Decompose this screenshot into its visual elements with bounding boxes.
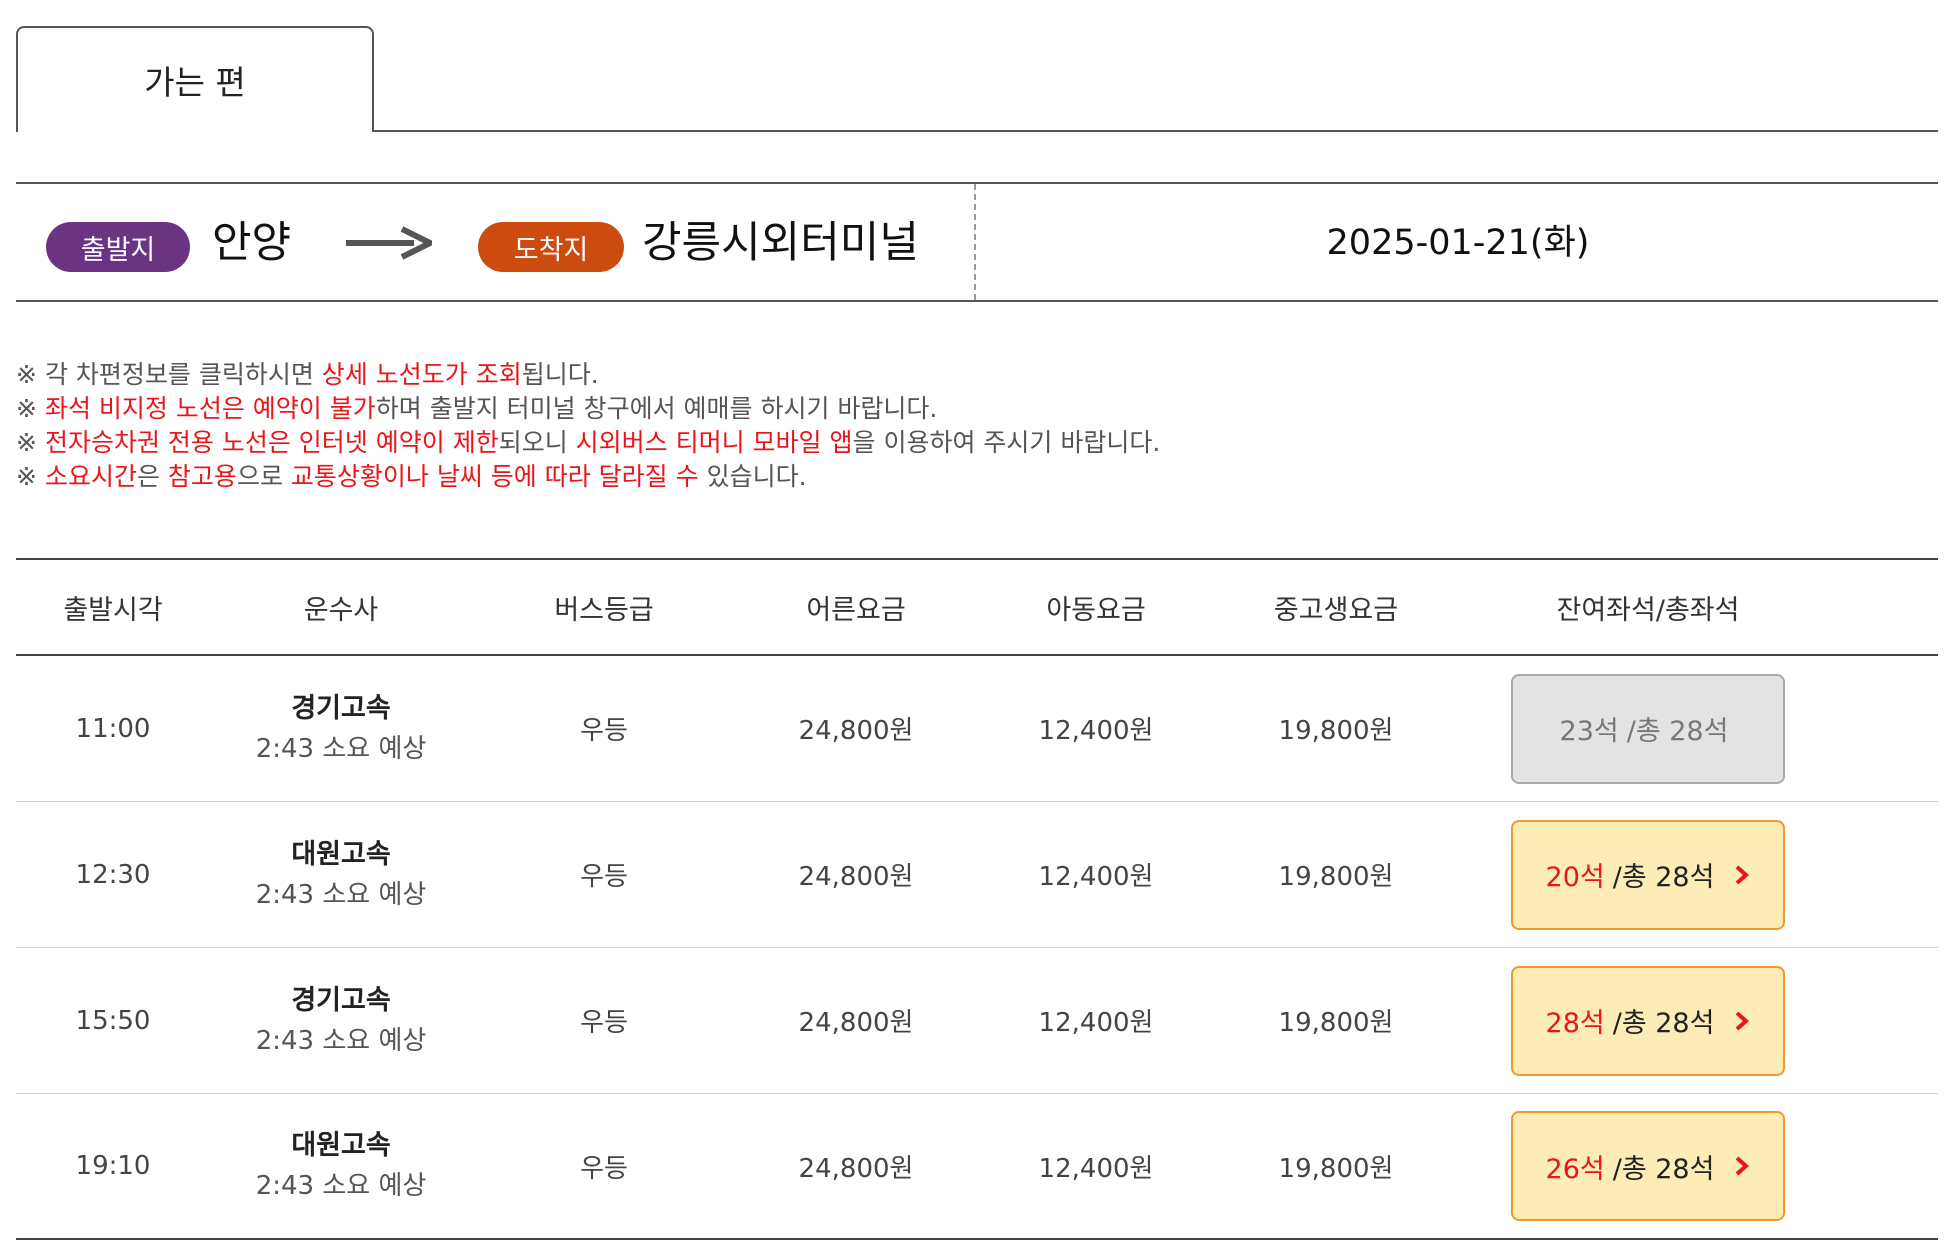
company-name: 대원고속 [291,1130,391,1161]
adult-fare: 24,800원 [798,1153,914,1184]
notice-highlight: 시외버스 티머니 모바일 앱 [575,428,853,457]
child-fare: 12,400원 [1038,1008,1154,1038]
company-name: 대원고속 [291,838,391,870]
notice-text: 되오니 [498,428,576,457]
bus-grade: 우등 [580,1153,628,1184]
notice-text: 으로 [236,462,291,491]
child-fare: 12,400원 [1038,1153,1154,1184]
bus-grade: 우등 [580,1008,628,1038]
arrive-place: 강릉시외터미널 [642,218,919,268]
header-bus-grade: 버스등급 [554,594,654,626]
company-cell: 대원고속 2:43 소요 예상 [210,1126,472,1206]
seat-select-button[interactable]: 28석/총 28석 [1511,965,1785,1076]
notice-list: ※ 각 차편정보를 클릭하시면 상세 노선도가 조회됩니다. ※ 좌석 비지정 노선… [16,358,1916,494]
notice-highlight: 소요시간 [44,462,137,491]
child-fare: 12,400원 [1038,716,1154,746]
depart-time: 12:30 [75,859,151,890]
seat-select-button[interactable]: 23석/총 28석 [1511,673,1785,784]
duration-estimate: 2:43 소요 예상 [255,733,427,764]
notice-text: 됩니다. [521,360,599,389]
adult-fare: 24,800원 [798,716,914,746]
remaining-seats: 26석 [1545,1153,1605,1185]
notice-item: ※ 소요시간은 참고용으로 교통상황이나 날씨 등에 따라 달라질 수 있습니다. [16,460,1916,494]
duration-estimate: 2:43 소요 예상 [255,879,427,910]
tab-outbound[interactable]: 가는 편 [16,26,374,134]
header-company: 운수사 [303,594,379,626]
total-seats: /총 28석 [1612,1153,1715,1185]
seat-select-button[interactable]: 26석/총 28석 [1511,1111,1785,1221]
notice-text: 각 차편정보를 클릭하시면 [44,360,322,389]
depart-time: 19:10 [75,1151,151,1181]
table-row[interactable]: 19:10 대원고속 2:43 소요 예상 우등 24,800원 12,400원… [16,1094,1938,1240]
remaining-seats: 20석 [1545,862,1605,893]
notice-mark: ※ [16,462,37,491]
remaining-seats: 28석 [1545,1008,1605,1039]
company-name: 경기고속 [291,984,391,1016]
table-row[interactable]: 12:30 대원고속 2:43 소요 예상 우등 24,800원 12,400원… [16,802,1938,948]
company-cell: 경기고속 2:43 소요 예상 [210,689,472,769]
header-adult-fare: 어른요금 [806,594,906,626]
company-name: 경기고속 [291,692,391,724]
chevron-right-icon [1736,865,1750,884]
notice-highlight: 좌석 비지정 노선은 예약이 불가 [44,394,376,423]
header-seats-label: 잔여좌석/총좌석 [1556,594,1740,626]
total-seats: /총 28석 [1612,862,1715,893]
header-depart-time: 출발시각 [63,594,163,626]
adult-fare: 24,800원 [798,862,914,892]
notice-highlight: 교통상황이나 날씨 등에 따라 달라질 수 [290,462,699,491]
notice-mark: ※ [16,394,37,423]
seat-select-button[interactable]: 20석/총 28석 [1511,819,1785,930]
notice-mark: ※ [16,428,37,457]
student-fare: 19,800원 [1278,1153,1394,1184]
table-row[interactable]: 15:50 경기고속 2:43 소요 예상 우등 24,800원 12,400원… [16,948,1938,1094]
depart-time: 15:50 [75,1005,151,1036]
header-child-fare: 아동요금 [1046,594,1146,626]
notice-text: 있습니다. [698,462,807,491]
table-header: 출발시각 운수사 버스등급 어른요금 아동요금 중고생요금 잔여좌석/총좌석 [16,560,1938,656]
duration-estimate: 2:43 소요 예상 [255,1025,427,1056]
student-fare: 19,800원 [1278,1008,1394,1038]
student-fare: 19,800원 [1278,862,1394,892]
adult-fare: 24,800원 [798,1008,914,1038]
total-seats: /총 28석 [1626,716,1729,747]
depart-place: 안양 [212,218,292,268]
route-summary: 출발지 안양 도착지 강릉시외터미널 2025-01-21(화) [16,182,1938,302]
chevron-right-icon [1736,1011,1750,1030]
depart-time: 11:00 [75,713,151,744]
company-cell: 대원고속 2:43 소요 예상 [210,835,472,915]
bus-schedule-page: 가는 편 출발지 안양 도착지 강릉시외터미널 2025-01-21(화) ※ 각… [0,0,1948,1257]
notice-text: 하며 출발지 터미널 창구에서 예매를 하시기 바랍니다. [375,394,938,423]
student-fare: 19,800원 [1278,716,1394,746]
schedule-table: 출발시각 운수사 버스등급 어른요금 아동요금 중고생요금 잔여좌석/총좌석 1… [16,558,1938,1240]
total-seats: /총 28석 [1612,1008,1715,1039]
arrow-right-icon [346,226,432,260]
remaining-seats: 23석 [1559,716,1619,747]
notice-highlight: 참고용 [167,462,237,491]
header-student-fare: 중고생요금 [1273,594,1399,626]
notice-mark: ※ [16,360,37,389]
table-row[interactable]: 11:00 경기고속 2:43 소요 예상 우등 24,800원 12,400원… [16,656,1938,802]
route-places: 출발지 안양 도착지 강릉시외터미널 [16,184,976,300]
arrive-badge: 도착지 [478,222,624,272]
direction-tab-bar: 가는 편 [16,26,1938,134]
company-cell: 경기고속 2:43 소요 예상 [210,981,472,1061]
bus-grade: 우등 [580,716,628,746]
child-fare: 12,400원 [1038,862,1154,892]
notice-item: ※ 각 차편정보를 클릭하시면 상세 노선도가 조회됩니다. [16,358,1916,392]
header-seats: 잔여좌석/총좌석 [1456,588,1938,627]
duration-estimate: 2:43 소요 예상 [255,1171,427,1201]
notice-text: 은 [136,462,168,491]
notice-highlight: 상세 노선도가 조회 [321,360,522,389]
bus-grade: 우등 [580,862,628,892]
notice-highlight: 전자승차권 전용 노선은 인터넷 예약이 제한 [44,428,499,457]
depart-badge: 출발지 [46,222,190,272]
travel-date: 2025-01-21(화) [1326,222,1590,263]
notice-item: ※ 좌석 비지정 노선은 예약이 불가하며 출발지 터미널 창구에서 예매를 하시… [16,392,1916,426]
notice-text: 을 이용하여 주시기 바랍니다. [852,428,1161,457]
chevron-right-icon [1736,1156,1750,1176]
notice-item: ※ 전자승차권 전용 노선은 인터넷 예약이 제한되오니 시외버스 티머니 모바일… [16,426,1916,460]
